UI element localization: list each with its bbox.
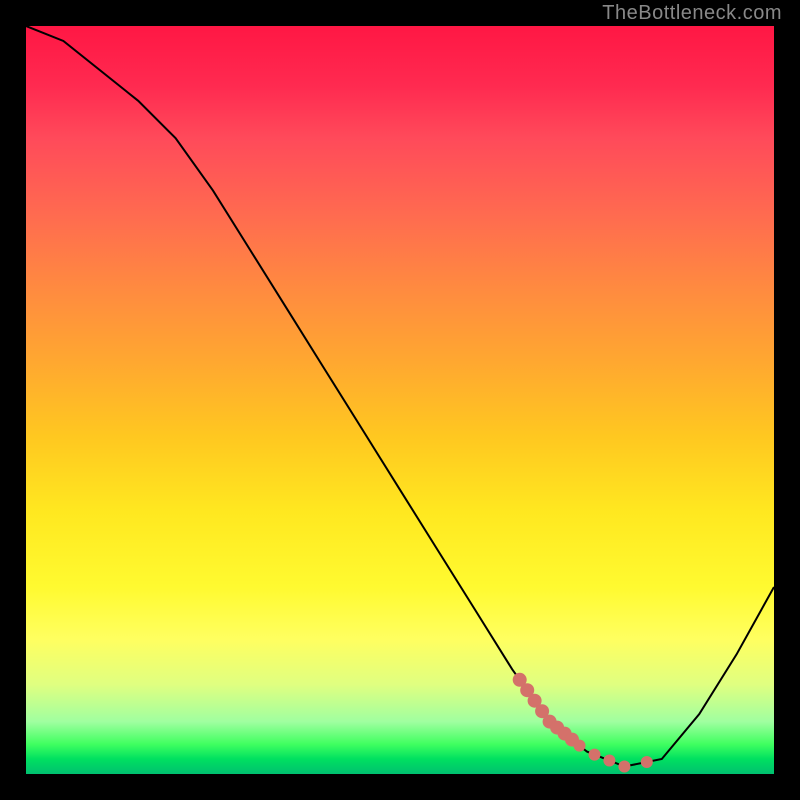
highlight-dot — [574, 740, 586, 752]
attribution-text: TheBottleneck.com — [602, 2, 782, 25]
highlight-dot — [589, 749, 601, 761]
bottleneck-curve — [26, 26, 774, 767]
highlight-dot — [618, 761, 630, 773]
chart-svg — [26, 26, 774, 774]
highlight-dot — [641, 756, 653, 768]
highlight-marker-group — [513, 673, 653, 773]
highlight-dot — [603, 755, 615, 767]
chart-plot-area — [26, 26, 774, 774]
